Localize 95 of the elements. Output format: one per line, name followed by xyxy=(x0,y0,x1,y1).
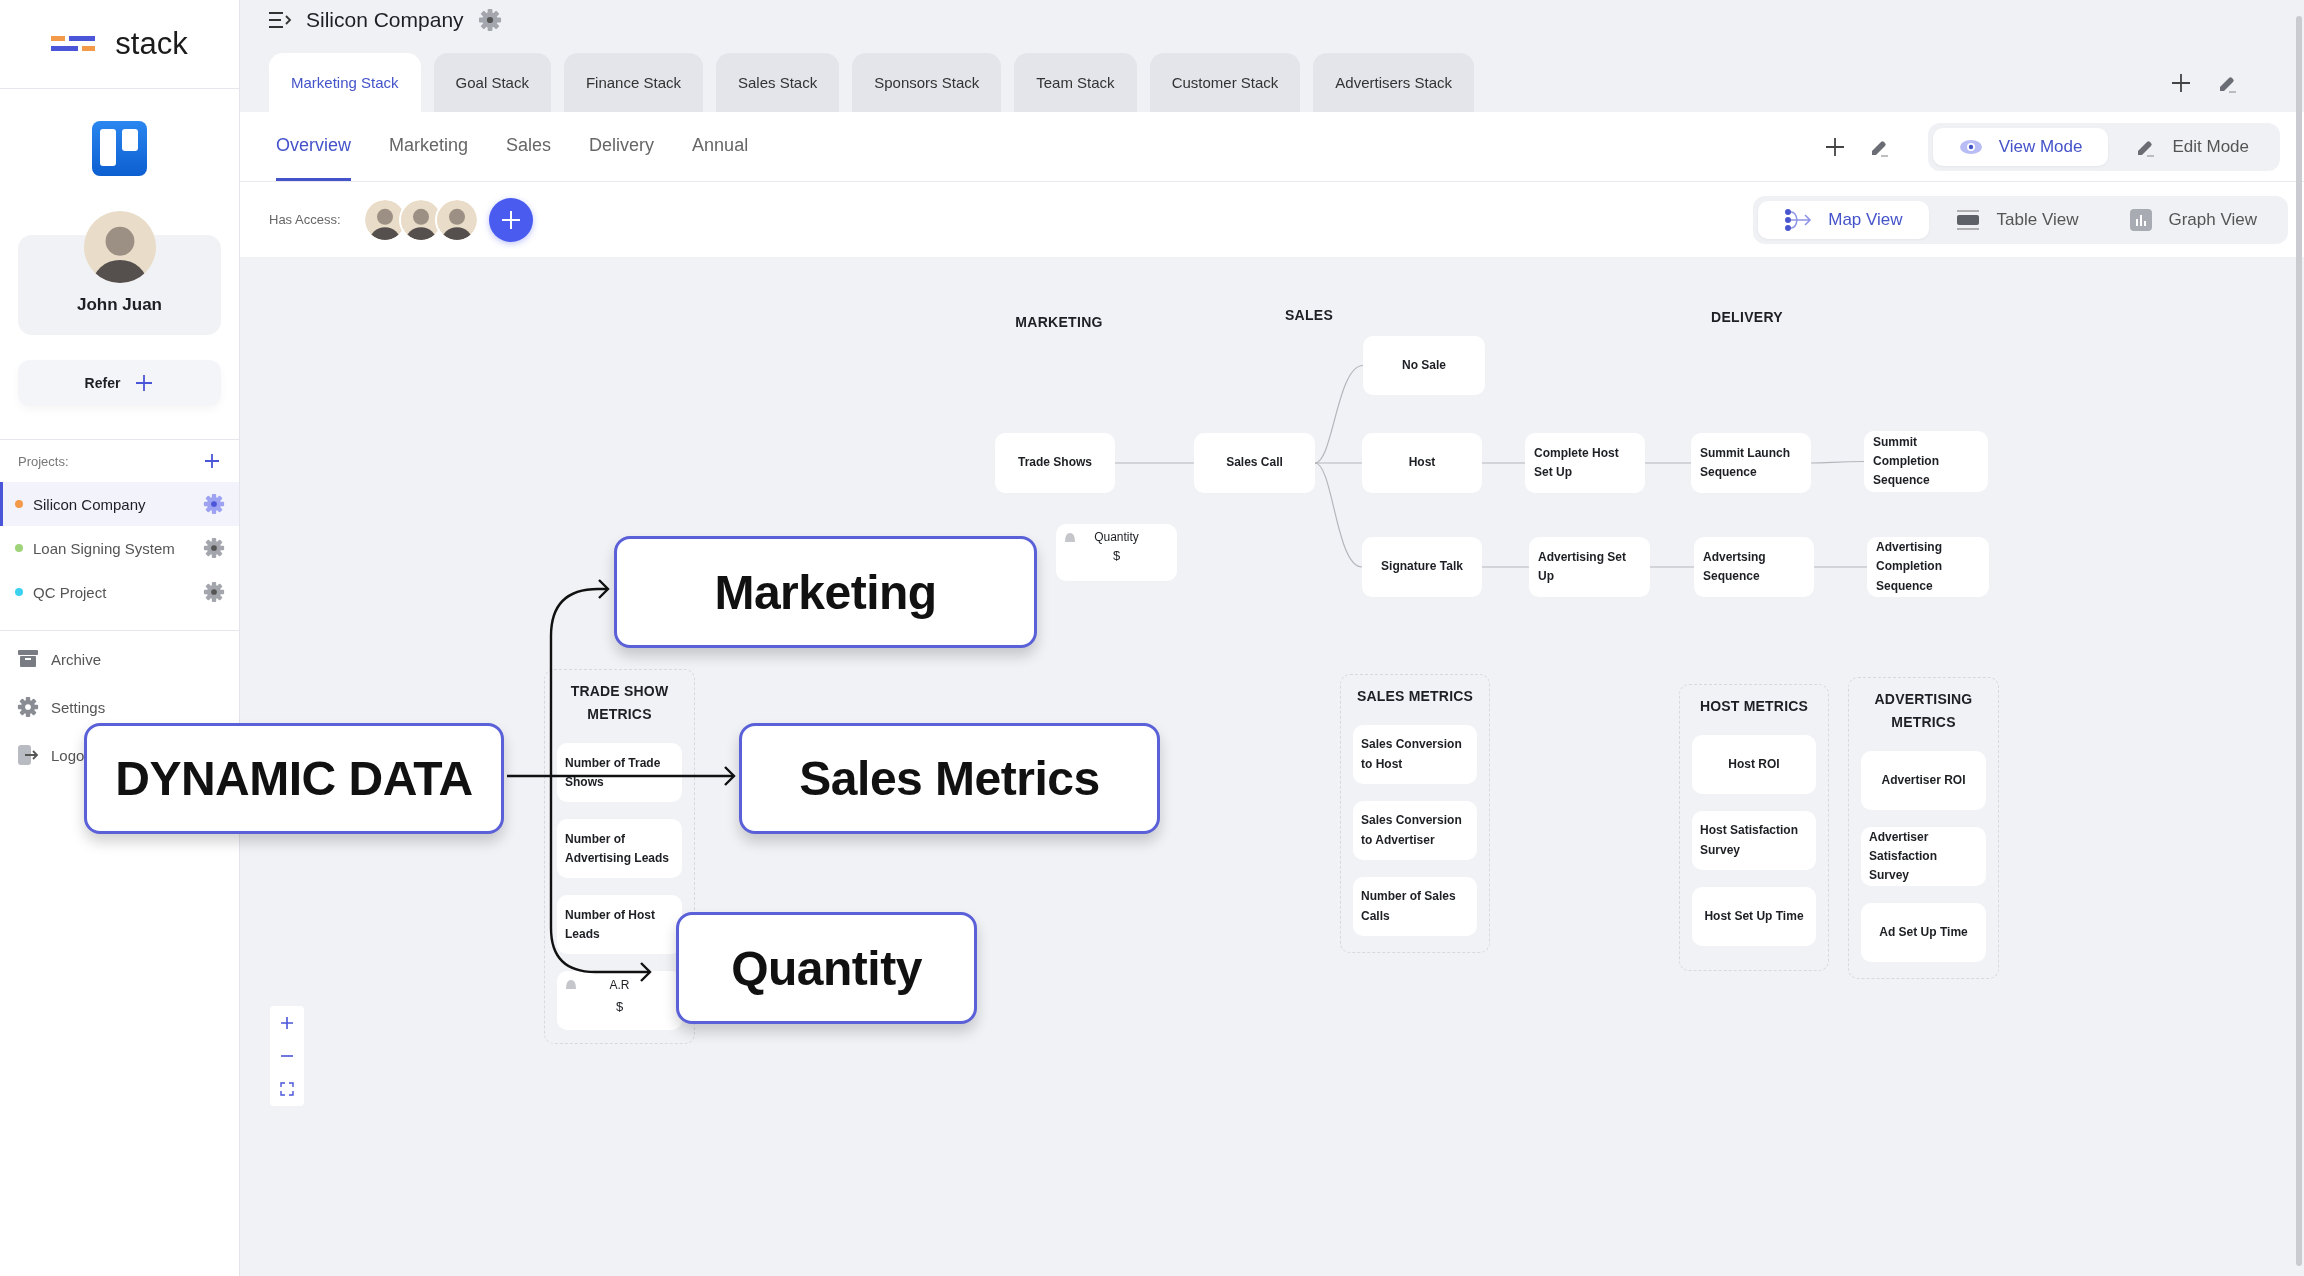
sidebar-toggle-icon[interactable] xyxy=(268,11,292,29)
plus-icon xyxy=(500,209,521,230)
view-switch[interactable]: Table View xyxy=(1928,200,2105,239)
section-heading: DELIVERY xyxy=(1711,309,1783,325)
flow-node: Advertising Set Up xyxy=(1529,537,1650,597)
metric-node: Ad Set Up Time xyxy=(1861,903,1986,963)
card-value: $ xyxy=(615,998,624,1016)
view-switch[interactable]: Graph View xyxy=(2104,200,2283,239)
view-switch[interactable]: Map View xyxy=(1758,200,1929,239)
stack-tab[interactable]: Sponsors Stack xyxy=(852,53,1002,112)
zoom-in-icon[interactable] xyxy=(280,1015,294,1030)
scrollbar[interactable] xyxy=(2296,16,2302,1266)
project-name: Silicon Company xyxy=(33,495,147,513)
metric-node: Host ROI xyxy=(1692,735,1816,795)
connector-line xyxy=(1810,460,1865,464)
menu-item[interactable]: Archive xyxy=(17,635,102,683)
logo-icon xyxy=(51,34,96,54)
mode-toggle[interactable]: Edit Mode xyxy=(2108,127,2275,166)
add-icon[interactable] xyxy=(203,452,221,470)
settings-icon[interactable] xyxy=(203,493,225,515)
logo-text: stack xyxy=(115,26,188,62)
metric-node: Host Set Up Time xyxy=(1692,887,1816,947)
metric-node: Number of Advertising Leads xyxy=(557,819,682,879)
user-name: John Juan xyxy=(77,295,162,315)
project-name: QC Project xyxy=(33,583,108,601)
plus-icon xyxy=(134,373,155,393)
metric-node: Number of Trade Shows xyxy=(557,743,682,803)
project-item[interactable]: QC Project xyxy=(0,570,239,614)
callout-label: Sales Metrics xyxy=(739,723,1160,834)
group-title: TRADE SHOW METRICS xyxy=(569,682,670,725)
logout-icon xyxy=(17,744,39,766)
metric-node: Host Satisfaction Survey xyxy=(1692,811,1816,871)
metric-node: Number of Host Leads xyxy=(557,895,682,955)
settings-icon[interactable] xyxy=(203,581,225,603)
settings-icon[interactable] xyxy=(477,8,502,32)
view-tab[interactable]: Sales xyxy=(506,112,552,181)
fit-view-icon[interactable] xyxy=(280,1082,294,1097)
board-icon[interactable] xyxy=(92,121,147,176)
flow-node: Summit Completion Sequence xyxy=(1864,431,1988,492)
card-label: Quantity xyxy=(1094,530,1139,544)
metric-node: Sales Conversion to Host xyxy=(1353,725,1477,785)
view-tab[interactable]: Marketing xyxy=(389,112,469,181)
stack-tab[interactable]: Advertisers Stack xyxy=(1313,53,1475,112)
card-value: $ xyxy=(1112,548,1121,563)
flow-node: Signature Talk xyxy=(1362,537,1482,597)
stack-tab[interactable]: Sales Stack xyxy=(715,53,840,112)
stack-tab[interactable]: Goal Stack xyxy=(433,53,551,112)
group-title: SALES METRICS xyxy=(1356,687,1474,706)
refer-button[interactable]: Refer xyxy=(18,360,221,406)
section-label: Projects: xyxy=(18,453,69,469)
stack-tab[interactable]: Marketing Stack xyxy=(269,53,421,112)
callout-label: DYNAMIC DATA xyxy=(84,723,504,834)
flow-node: Advertsing Sequence xyxy=(1694,537,1814,597)
add-icon[interactable] xyxy=(1823,135,1846,158)
bell-icon xyxy=(1064,532,1076,542)
stack-tab[interactable]: Finance Stack xyxy=(563,53,703,112)
add-member-button[interactable] xyxy=(488,197,533,242)
stack-tab[interactable]: Team Stack xyxy=(1014,53,1137,112)
flow-node: Sales Call xyxy=(1194,433,1315,493)
table-icon xyxy=(1954,208,1981,231)
flow-node: No Sale xyxy=(1363,336,1485,395)
callout-label: Quantity xyxy=(676,912,977,1024)
flow-icon xyxy=(1784,207,1813,232)
view-tab[interactable]: Delivery xyxy=(589,112,655,181)
settings-icon xyxy=(17,696,39,718)
callout-label: Marketing xyxy=(614,536,1037,648)
stack-tab[interactable]: Customer Stack xyxy=(1149,53,1301,112)
flow-node: Complete Host Set Up xyxy=(1525,433,1645,493)
menu-item[interactable]: Logo xyxy=(17,731,85,779)
access-label: Has Access: xyxy=(269,212,341,227)
bell-icon xyxy=(565,979,577,990)
group-title: ADVERTISING METRICS xyxy=(1873,690,1974,733)
group-title: HOST METRICS xyxy=(1699,697,1809,716)
section-heading: SALES xyxy=(1284,307,1334,323)
page-title: Silicon Company xyxy=(306,8,464,32)
section-heading: MARKETING xyxy=(1015,314,1103,330)
mode-toggle[interactable]: View Mode xyxy=(1932,127,2109,166)
view-tab[interactable]: Annual xyxy=(692,112,749,181)
project-item[interactable]: Silicon Company xyxy=(0,482,239,526)
chart-icon xyxy=(2130,208,2153,231)
project-item[interactable]: Loan Signing System xyxy=(0,526,239,570)
flow-node: Advertising Completion Sequence xyxy=(1867,537,1989,597)
metric-node: Number of Sales Calls xyxy=(1353,877,1477,937)
project-name: Loan Signing System xyxy=(33,539,176,557)
flow-node: Trade Shows xyxy=(995,433,1115,493)
eye-icon xyxy=(1958,138,1983,155)
metric-node: Advertiser Satisfaction Survey xyxy=(1861,827,1986,887)
card-label: A.R xyxy=(609,977,630,994)
metric-node: Advertiser ROI xyxy=(1861,751,1986,811)
archive-icon xyxy=(17,648,39,670)
metric-node: Sales Conversion to Advertiser xyxy=(1353,801,1477,861)
settings-icon[interactable] xyxy=(203,537,225,559)
add-icon[interactable] xyxy=(2170,71,2192,94)
flow-node: Summit Launch Sequence xyxy=(1691,433,1811,493)
flow-node: Host xyxy=(1362,433,1482,493)
